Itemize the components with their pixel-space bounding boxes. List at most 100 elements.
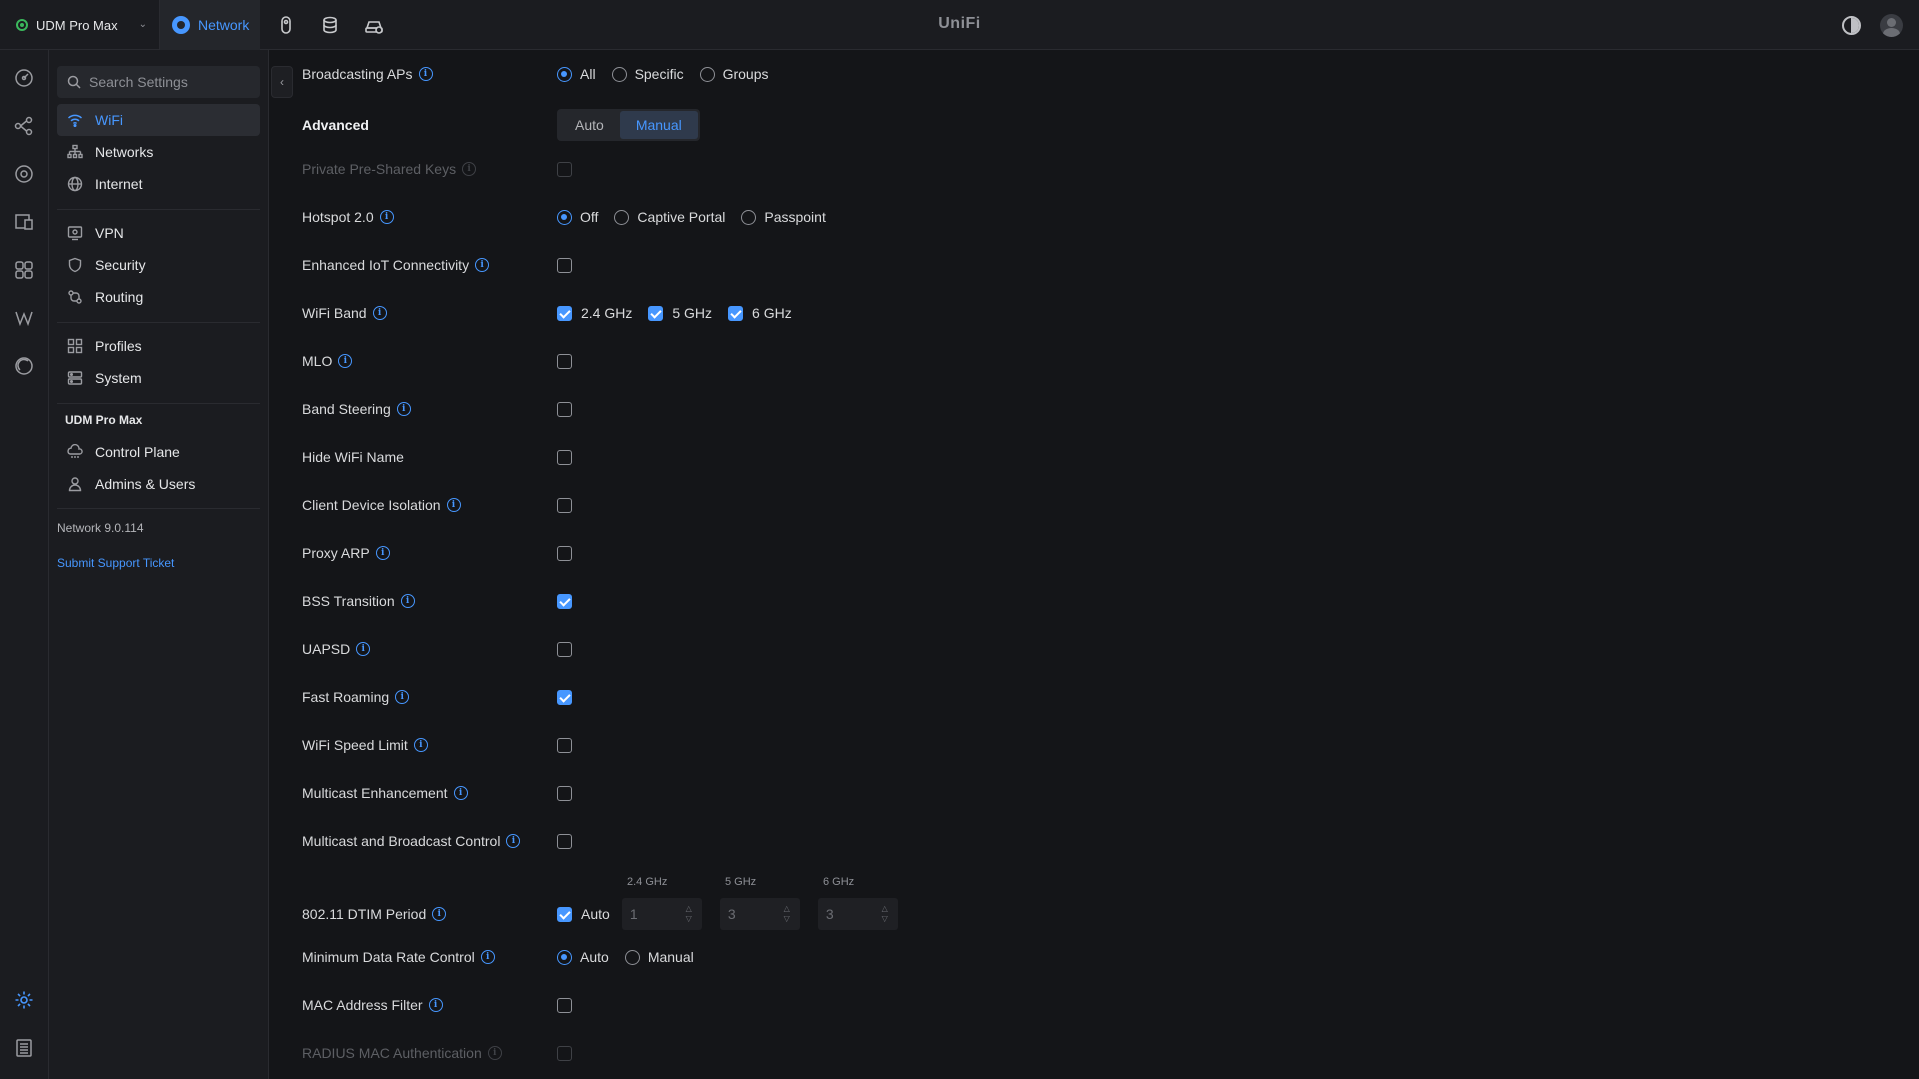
- sidebar-item-label: Security: [95, 257, 146, 273]
- info-icon[interactable]: i: [418, 67, 433, 81]
- info-icon[interactable]: i: [400, 594, 415, 608]
- client-isolation-checkbox[interactable]: [557, 497, 572, 513]
- devices-icon[interactable]: [14, 164, 34, 184]
- collapse-sidebar-button[interactable]: ‹: [271, 66, 293, 98]
- speed-limit-checkbox[interactable]: [557, 737, 572, 753]
- radio-all-label: All: [580, 66, 596, 82]
- info-icon[interactable]: i: [432, 907, 447, 921]
- band-steering-checkbox[interactable]: [557, 401, 572, 417]
- sidebar-item-label: Networks: [95, 144, 154, 160]
- bss-transition-checkbox[interactable]: [557, 593, 572, 609]
- hide-wifi-name-checkbox[interactable]: [557, 449, 572, 465]
- band-6-checkbox[interactable]: [728, 305, 744, 321]
- radio-groups[interactable]: [699, 66, 715, 82]
- device-switcher[interactable]: UDM Pro Max ⌄: [0, 0, 160, 50]
- search-box[interactable]: [57, 66, 260, 98]
- sidebar-item-label: Admins & Users: [95, 476, 196, 492]
- radio-captive-portal[interactable]: [614, 209, 630, 225]
- dtim-6-value: 3: [825, 906, 834, 922]
- profiles-icon: [67, 338, 83, 354]
- uapsd-checkbox[interactable]: [557, 641, 572, 657]
- globe-icon: [67, 176, 83, 192]
- tab-network[interactable]: Network: [160, 0, 260, 50]
- iot-checkbox[interactable]: [557, 257, 572, 273]
- device-status-icon: [16, 19, 28, 31]
- control-plane-icon: [67, 444, 83, 460]
- ppsk-row: Private Pre-Shared Keys i: [302, 157, 1302, 181]
- avatar[interactable]: [1880, 14, 1903, 37]
- band-5-checkbox[interactable]: [648, 305, 664, 321]
- info-icon[interactable]: i: [372, 306, 387, 320]
- info-icon[interactable]: i: [413, 738, 428, 752]
- dtim-auto-checkbox[interactable]: [557, 906, 572, 922]
- radio-all[interactable]: [557, 66, 572, 82]
- dtim-6-input: 3 △ ▽: [817, 898, 898, 930]
- users-icon: [67, 476, 83, 492]
- multicast-control-checkbox[interactable]: [557, 833, 572, 849]
- advanced-auto-option[interactable]: Auto: [559, 111, 620, 139]
- fast-roaming-label: Fast Roaming: [302, 689, 390, 705]
- advanced-manual-option[interactable]: Manual: [619, 111, 698, 139]
- radio-passpoint[interactable]: [741, 209, 757, 225]
- storage-app-icon[interactable]: [320, 15, 340, 35]
- iot-label: Enhanced IoT Connectivity: [302, 257, 470, 273]
- sidebar-item-security[interactable]: Security: [57, 249, 260, 281]
- proxy-arp-checkbox[interactable]: [557, 545, 572, 561]
- ports-icon[interactable]: [14, 260, 34, 280]
- info-icon[interactable]: i: [446, 498, 461, 512]
- app-rail: [0, 50, 49, 1079]
- proxy-arp-row: Proxy ARP i: [302, 541, 1302, 565]
- sidebar-item-admins-users[interactable]: Admins & Users: [57, 468, 260, 500]
- multicast-enhancement-checkbox[interactable]: [557, 785, 572, 801]
- info-icon[interactable]: i: [506, 834, 521, 848]
- uapsd-label: UAPSD: [302, 641, 351, 657]
- radio-specific[interactable]: [611, 66, 627, 82]
- sidebar-item-wifi[interactable]: WiFi: [57, 104, 260, 136]
- fast-roaming-checkbox[interactable]: [557, 689, 572, 705]
- speed-limit-label: WiFi Speed Limit: [302, 737, 408, 753]
- support-ticket-link[interactable]: Submit Support Ticket: [57, 556, 174, 570]
- band-24-checkbox[interactable]: [557, 305, 572, 321]
- info-icon[interactable]: i: [475, 258, 490, 272]
- sidebar-item-networks[interactable]: Networks: [57, 136, 260, 168]
- info-icon[interactable]: i: [395, 690, 410, 704]
- info-icon[interactable]: i: [356, 642, 371, 656]
- radio-hotspot-off[interactable]: [557, 209, 572, 225]
- protect-app-icon[interactable]: [276, 15, 296, 35]
- search-input[interactable]: [89, 74, 249, 90]
- settings-gear-icon[interactable]: [14, 990, 34, 1010]
- network-app-icon: [172, 16, 190, 34]
- sidebar-item-routing[interactable]: Routing: [57, 281, 260, 313]
- bss-transition-label: BSS Transition: [302, 593, 395, 609]
- stepper-icon: △ ▽: [783, 904, 790, 923]
- info-icon[interactable]: i: [480, 950, 495, 964]
- info-icon[interactable]: i: [428, 998, 443, 1012]
- clients-icon[interactable]: [14, 212, 34, 232]
- info-icon[interactable]: i: [379, 210, 394, 224]
- dashboard-icon[interactable]: [14, 68, 34, 88]
- mac-filter-checkbox[interactable]: [557, 997, 572, 1013]
- drive-app-icon[interactable]: [364, 15, 384, 35]
- mlo-checkbox[interactable]: [557, 353, 572, 369]
- sidebar-item-vpn[interactable]: VPN: [57, 217, 260, 249]
- info-icon[interactable]: i: [396, 402, 411, 416]
- logs-icon[interactable]: [14, 1038, 34, 1058]
- alarm-icon[interactable]: [14, 356, 34, 376]
- sidebar-item-profiles[interactable]: Profiles: [57, 330, 260, 362]
- sidebar-item-system[interactable]: System: [57, 362, 260, 394]
- hide-wifi-name-row: Hide WiFi Name: [302, 445, 1302, 469]
- sidebar-item-internet[interactable]: Internet: [57, 168, 260, 200]
- info-icon[interactable]: i: [338, 354, 353, 368]
- insights-icon[interactable]: [14, 308, 34, 328]
- topology-icon[interactable]: [14, 116, 34, 136]
- sidebar-item-control-plane[interactable]: Control Plane: [57, 436, 260, 468]
- info-icon: i: [462, 162, 477, 176]
- radio-min-rate-auto[interactable]: [557, 949, 572, 965]
- radio-min-rate-manual[interactable]: [624, 949, 640, 965]
- info-icon[interactable]: i: [375, 546, 390, 560]
- theme-toggle-icon[interactable]: [1842, 16, 1861, 35]
- info-icon[interactable]: i: [453, 786, 468, 800]
- advanced-label: Advanced: [302, 117, 369, 133]
- advanced-row: Advanced Auto Manual: [302, 109, 1302, 141]
- fast-roaming-row: Fast Roaming i: [302, 685, 1302, 709]
